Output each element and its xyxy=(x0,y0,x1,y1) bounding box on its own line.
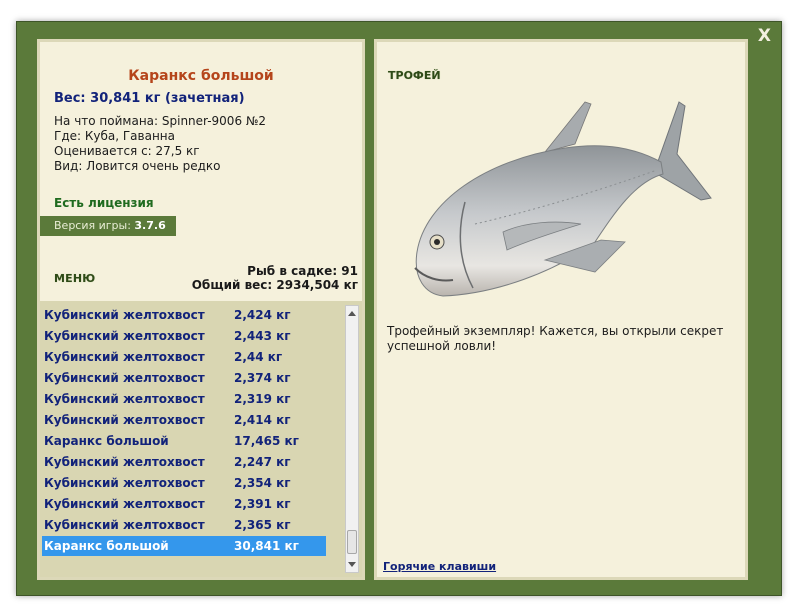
game-version: Версия игры: 3.7.6 xyxy=(40,216,176,236)
arrow-up-icon[interactable] xyxy=(348,311,356,316)
trophy-label: ТРОФЕЙ xyxy=(388,69,441,82)
catch-fish-weight: 2,391 кг xyxy=(234,497,291,511)
catch-fish-weight: 2,424 кг xyxy=(234,308,291,322)
fish-weight: Вес: 30,841 кг (зачетная) xyxy=(54,91,245,106)
catch-list[interactable]: Кубинский желтохвост 2,424 кг Кубинский же… xyxy=(40,301,362,577)
trophy-panel: ТРОФЕЙ Трофейный экземпляр! Кажется, вы … xyxy=(374,39,748,580)
scrollbar-thumb[interactable] xyxy=(347,530,357,554)
keepnet-count: Рыб в садке: 91 xyxy=(247,264,358,278)
catch-fish-weight: 30,841 кг xyxy=(234,539,299,553)
keepnet-total: Общий вес: 2934,504 кг xyxy=(191,278,358,292)
catch-row[interactable]: Кубинский желтохвост 2,354 кг xyxy=(42,473,326,493)
catch-fish-weight: 2,365 кг xyxy=(234,518,291,532)
catch-fish-name: Кубинский желтохвост xyxy=(44,476,205,490)
catch-fish-weight: 2,443 кг xyxy=(234,329,291,343)
close-icon[interactable]: X xyxy=(758,26,771,46)
bait-info: На что поймана: Spinner-9006 №2 xyxy=(54,114,267,128)
catch-row-selected[interactable]: Каранкс большой 30,841 кг xyxy=(42,536,326,556)
catch-fish-name: Кубинский желтохвост xyxy=(44,350,205,364)
catch-row[interactable]: Кубинский желтохвост 2,391 кг xyxy=(42,494,326,514)
catch-fish-weight: 2,319 кг xyxy=(234,392,291,406)
catch-fish-weight: 2,247 кг xyxy=(234,455,291,469)
catch-row[interactable]: Кубинский желтохвост 2,414 кг xyxy=(42,410,326,430)
catch-fish-name: Кубинский желтохвост xyxy=(44,413,205,427)
catch-fish-name: Каранкс большой xyxy=(44,434,169,448)
arrow-down-icon[interactable] xyxy=(348,562,356,567)
catch-fish-weight: 2,354 кг xyxy=(234,476,291,490)
catch-row[interactable]: Кубинский желтохвост 2,374 кг xyxy=(42,368,326,388)
catch-row[interactable]: Кубинский желтохвост 2,319 кг xyxy=(42,389,326,409)
catch-fish-name: Кубинский желтохвост xyxy=(44,518,205,532)
version-value: 3.7.6 xyxy=(134,219,166,232)
catch-fish-weight: 17,465 кг xyxy=(234,434,299,448)
catch-fish-name: Кубинский желтохвост xyxy=(44,329,205,343)
catch-fish-name: Кубинский желтохвост xyxy=(44,308,205,322)
trophy-description: Трофейный экземпляр! Кажется, вы открыли… xyxy=(387,324,724,353)
catch-row[interactable]: Кубинский желтохвост 2,44 кг xyxy=(42,347,326,367)
valued-from-info: Оценивается с: 27,5 кг xyxy=(54,144,200,158)
catch-row[interactable]: Кубинский желтохвост 2,247 кг xyxy=(42,452,326,472)
version-label: Версия игры: xyxy=(54,219,135,232)
scrollbar[interactable] xyxy=(345,305,359,573)
catch-row[interactable]: Кубинский желтохвост 2,365 кг xyxy=(42,515,326,535)
rarity-info: Вид: Ловится очень редко xyxy=(54,159,221,173)
menu-button[interactable]: МЕНЮ xyxy=(54,272,95,285)
catch-fish-name: Каранкс большой xyxy=(44,539,169,553)
catch-row[interactable]: Кубинский желтохвост 2,443 кг xyxy=(42,326,326,346)
catch-fish-name: Кубинский желтохвост xyxy=(44,455,205,469)
license-status: Есть лицензия xyxy=(54,196,154,210)
hotkeys-link[interactable]: Горячие клавиши xyxy=(383,560,496,573)
catch-dialog: X Каранкс большой Вес: 30,841 кг (зачетн… xyxy=(16,21,782,596)
catch-row[interactable]: Кубинский желтохвост 2,424 кг xyxy=(42,305,326,325)
catch-fish-weight: 2,374 кг xyxy=(234,371,291,385)
keepnet-summary: Рыб в садке: 91 Общий вес: 2934,504 кг xyxy=(192,264,358,292)
location-info: Где: Куба, Гаванна xyxy=(54,129,176,143)
catch-row[interactable]: Каранкс большой 17,465 кг xyxy=(42,431,326,451)
fish-info-panel: Каранкс большой Вес: 30,841 кг (зачетная… xyxy=(37,39,365,580)
catch-fish-weight: 2,44 кг xyxy=(234,350,283,364)
catch-fish-name: Кубинский желтохвост xyxy=(44,497,205,511)
fish-name: Каранкс большой xyxy=(128,68,274,84)
catch-fish-weight: 2,414 кг xyxy=(234,413,291,427)
catch-fish-name: Кубинский желтохвост xyxy=(44,371,205,385)
catch-fish-name: Кубинский желтохвост xyxy=(44,392,205,406)
fish-image xyxy=(414,101,712,297)
